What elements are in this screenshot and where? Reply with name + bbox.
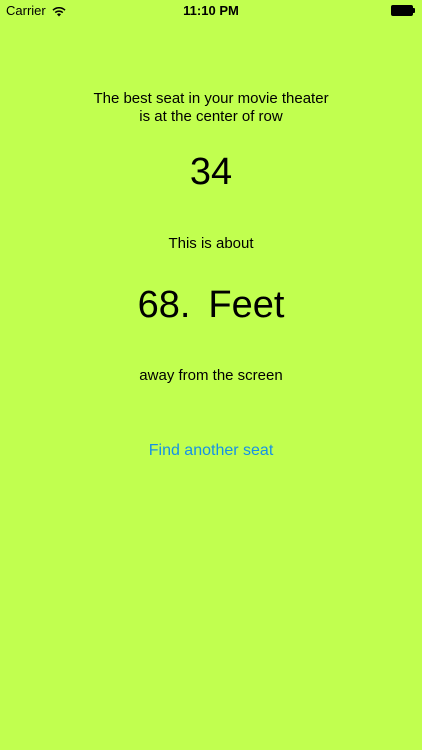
- row-number: 34: [189, 151, 233, 193]
- status-time: 11:10 PM: [183, 3, 239, 18]
- headline-line-1: The best seat in your movie theater: [93, 90, 329, 107]
- about-label: This is about: [168, 235, 254, 252]
- status-bar: Carrier 11:10 PM: [0, 0, 422, 22]
- away-label: away from the screen: [139, 367, 283, 384]
- find-another-seat-button[interactable]: Find another seat: [100, 438, 322, 464]
- distance-readout: 68. Feet: [0, 283, 422, 327]
- distance-value: 68.: [137, 284, 191, 326]
- distance-unit: Feet: [208, 284, 285, 326]
- headline-line-2: is at the center of row: [139, 108, 283, 125]
- battery-icon: [391, 5, 416, 16]
- headline-text: The best seat in your movie theater is a…: [0, 90, 422, 126]
